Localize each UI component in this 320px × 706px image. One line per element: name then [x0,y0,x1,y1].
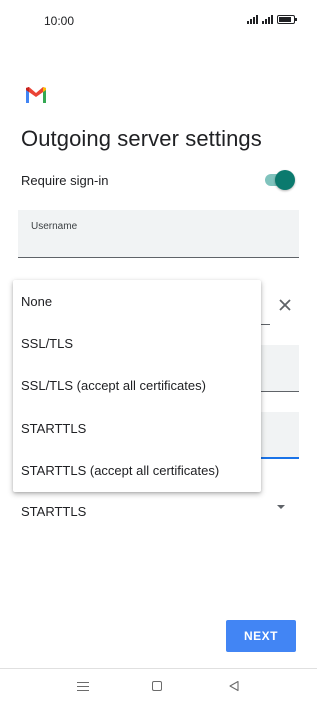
signal-icon [247,14,258,24]
security-type-menu: None SSL/TLS SSL/TLS (accept all certifi… [13,280,261,492]
page-title: Outgoing server settings [21,126,262,151]
username-field[interactable]: Username [18,210,299,258]
home-icon[interactable] [152,681,162,691]
status-time: 10:00 [44,14,75,28]
status-icons [247,14,297,24]
gmail-logo-icon [26,87,46,103]
menu-item-ssl-tls[interactable]: SSL/TLS [13,322,261,364]
nav-divider [0,668,317,669]
battery-icon [277,14,297,24]
require-signin-toggle[interactable] [265,170,295,190]
signal-icon [262,14,273,24]
menu-item-ssl-tls-accept-all[interactable]: SSL/TLS (accept all certificates) [13,364,261,406]
menu-item-starttls[interactable]: STARTTLS [13,407,261,449]
menu-item-none[interactable]: None [13,280,261,322]
username-label: Username [31,221,78,232]
dropdown-arrow-icon[interactable] [277,505,285,509]
close-icon[interactable] [276,296,294,314]
menu-item-starttls-accept-all[interactable]: STARTTLS (accept all certificates) [13,449,261,491]
next-button[interactable]: NEXT [226,620,296,652]
recent-apps-icon[interactable] [77,682,89,691]
back-icon[interactable] [228,680,240,692]
require-signin-label: Require sign-in [21,173,109,188]
security-type-select[interactable]: STARTTLS [21,504,86,519]
